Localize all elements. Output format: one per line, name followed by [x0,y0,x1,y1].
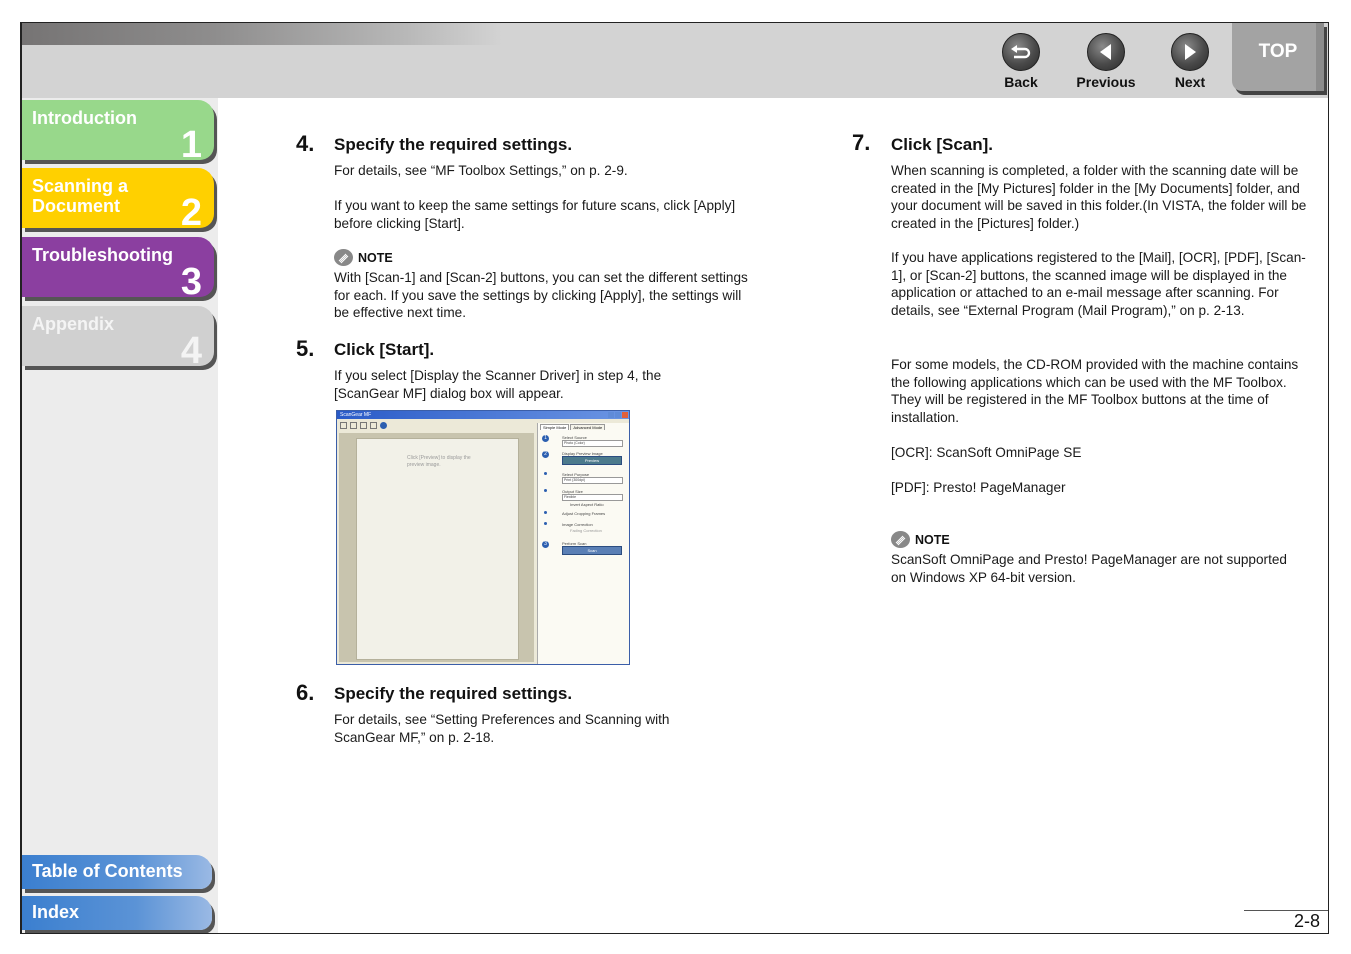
dialog-title: ScanGear MF [340,412,372,418]
back-arrow-icon [1002,33,1040,71]
table-of-contents-button[interactable]: Table of Contents [22,855,212,889]
step-number: 7. [852,130,871,155]
crop-icon [340,421,347,429]
next-button[interactable]: Next [1155,33,1225,90]
settings-panel: Simple Mode Advanced Mode 1 Select Sourc… [537,423,629,664]
note-header: NOTE [891,531,1291,548]
step-number: 5. [296,336,315,361]
chapter-number: 2 [180,192,202,234]
minimize-icon [608,412,614,418]
step-bullet [544,489,547,492]
dialog-titlebar: ScanGear MF [337,411,629,419]
page-number: 2-8 [1293,911,1320,931]
tab-advanced-mode: Advanced Mode [570,424,606,430]
preview-hint: Click [Preview] to display the preview i… [407,455,471,468]
panel-select: Flexible [562,494,623,501]
note-box: NOTE ScanSoft OmniPage and Presto! PageM… [891,531,1291,586]
note-label: NOTE [358,250,393,265]
info-icon [380,421,387,429]
note-box: NOTE With [Scan-1] and [Scan-2] buttons,… [334,249,754,322]
note-label: NOTE [915,532,950,547]
toc-label: Table of Contents [32,861,183,881]
sidebar: Introduction 1 Scanning a Document 2 Tro… [22,98,218,933]
scan-button: Scan [562,546,622,555]
panel-select: Print (300dpi) [562,477,623,484]
step-paragraph: If you select [Display the Scanner Drive… [334,368,662,401]
preview-area: Click [Preview] to display the preview i… [339,433,534,662]
step-paragraph: For some models, the CD-ROM provided wit… [891,357,1299,425]
next-label: Next [1174,74,1206,90]
top-bar-gradient [22,23,502,45]
step-bullet [544,522,547,525]
pencil-icon [334,249,353,266]
step-paragraph: If you have applications registered to t… [891,250,1306,318]
page-frame: Back Previous Next TOP Introduction 1 Sc… [20,22,1329,934]
index-label: Index [32,902,80,922]
chapter-title: Scanning a Document [32,176,128,216]
chapter-number: 1 [180,124,202,166]
preview-page: Click [Preview] to display the preview i… [356,438,519,660]
chapter-tab-appendix[interactable]: Appendix 4 [22,306,214,370]
pencil-icon [891,531,910,548]
right-triangle-icon [1171,33,1209,71]
previous-button[interactable]: Previous [1071,33,1141,90]
step-number: 4. [296,131,315,156]
top-button[interactable]: TOP [1232,23,1324,91]
step-badge: 2 [542,451,549,458]
step-paragraph: When scanning is completed, a folder wit… [891,163,1307,231]
select-all-icon [350,421,357,429]
close-icon [622,412,628,418]
step-title: Click [Start]. [334,340,435,359]
chapter-tab-scanning-a-document[interactable]: Scanning a Document 2 [22,168,214,232]
window-buttons [608,412,628,418]
panel-label: Image Correction [562,522,593,527]
chapter-number: 4 [180,330,202,372]
step-badge: 3 [542,541,549,548]
back-label: Back [1004,74,1038,90]
index-button[interactable]: Index [22,896,212,930]
step-paragraph: For details, see “Setting Preferences an… [334,712,670,745]
step-bullet [544,472,547,475]
back-button[interactable]: Back [986,33,1056,90]
panel-checkbox: Adjust Cropping Frames [562,511,606,516]
step-bullet [544,511,547,514]
step-paragraph: [PDF]: Presto! PageManager [891,480,1066,495]
note-text: ScanSoft OmniPage and Presto! PageManage… [891,552,1287,585]
mode-tabs: Simple Mode Advanced Mode [538,423,629,430]
step-badge: 1 [542,435,549,442]
copy-icon [360,421,367,429]
step-title: Click [Scan]. [891,135,994,154]
panel-checkbox: Invert Aspect Ratio [570,502,604,507]
step-title: Specify the required settings. [334,135,573,154]
step-title: Specify the required settings. [334,684,573,703]
step-paragraph: [OCR]: ScanSoft OmniPage SE [891,445,1082,460]
previous-label: Previous [1076,74,1136,90]
maximize-icon [615,412,621,418]
step-number: 6. [296,680,315,705]
chapter-title: Appendix [32,314,115,334]
panel-checkbox: Fading Correction [570,528,602,533]
top-label: TOP [1258,41,1298,62]
chapter-title-line2: Document [32,196,121,216]
tab-simple-mode: Simple Mode [540,424,570,430]
chapter-tab-introduction[interactable]: Introduction 1 [22,100,214,164]
note-header: NOTE [334,249,754,266]
panel-select: Photo (Color) [562,440,623,447]
chapter-title-line1: Scanning a [32,176,129,196]
chapter-number: 3 [180,261,202,303]
paste-icon [370,421,377,429]
preview-button: Preview [562,456,622,465]
step-paragraph: If you want to keep the same settings fo… [334,198,736,231]
scangear-dialog-screenshot: ScanGear MF Click [Preview] to display t… [336,410,630,665]
chapter-title: Introduction [32,108,137,128]
note-text: With [Scan-1] and [Scan-2] buttons, you … [334,270,748,321]
step-paragraph: For details, see “MF Toolbox Settings,” … [334,163,628,178]
chapter-tab-troubleshooting[interactable]: Troubleshooting 3 [22,237,214,301]
chapter-title: Troubleshooting [32,245,173,265]
top-bar: Back Previous Next TOP [22,23,1328,98]
left-triangle-icon [1087,33,1125,71]
